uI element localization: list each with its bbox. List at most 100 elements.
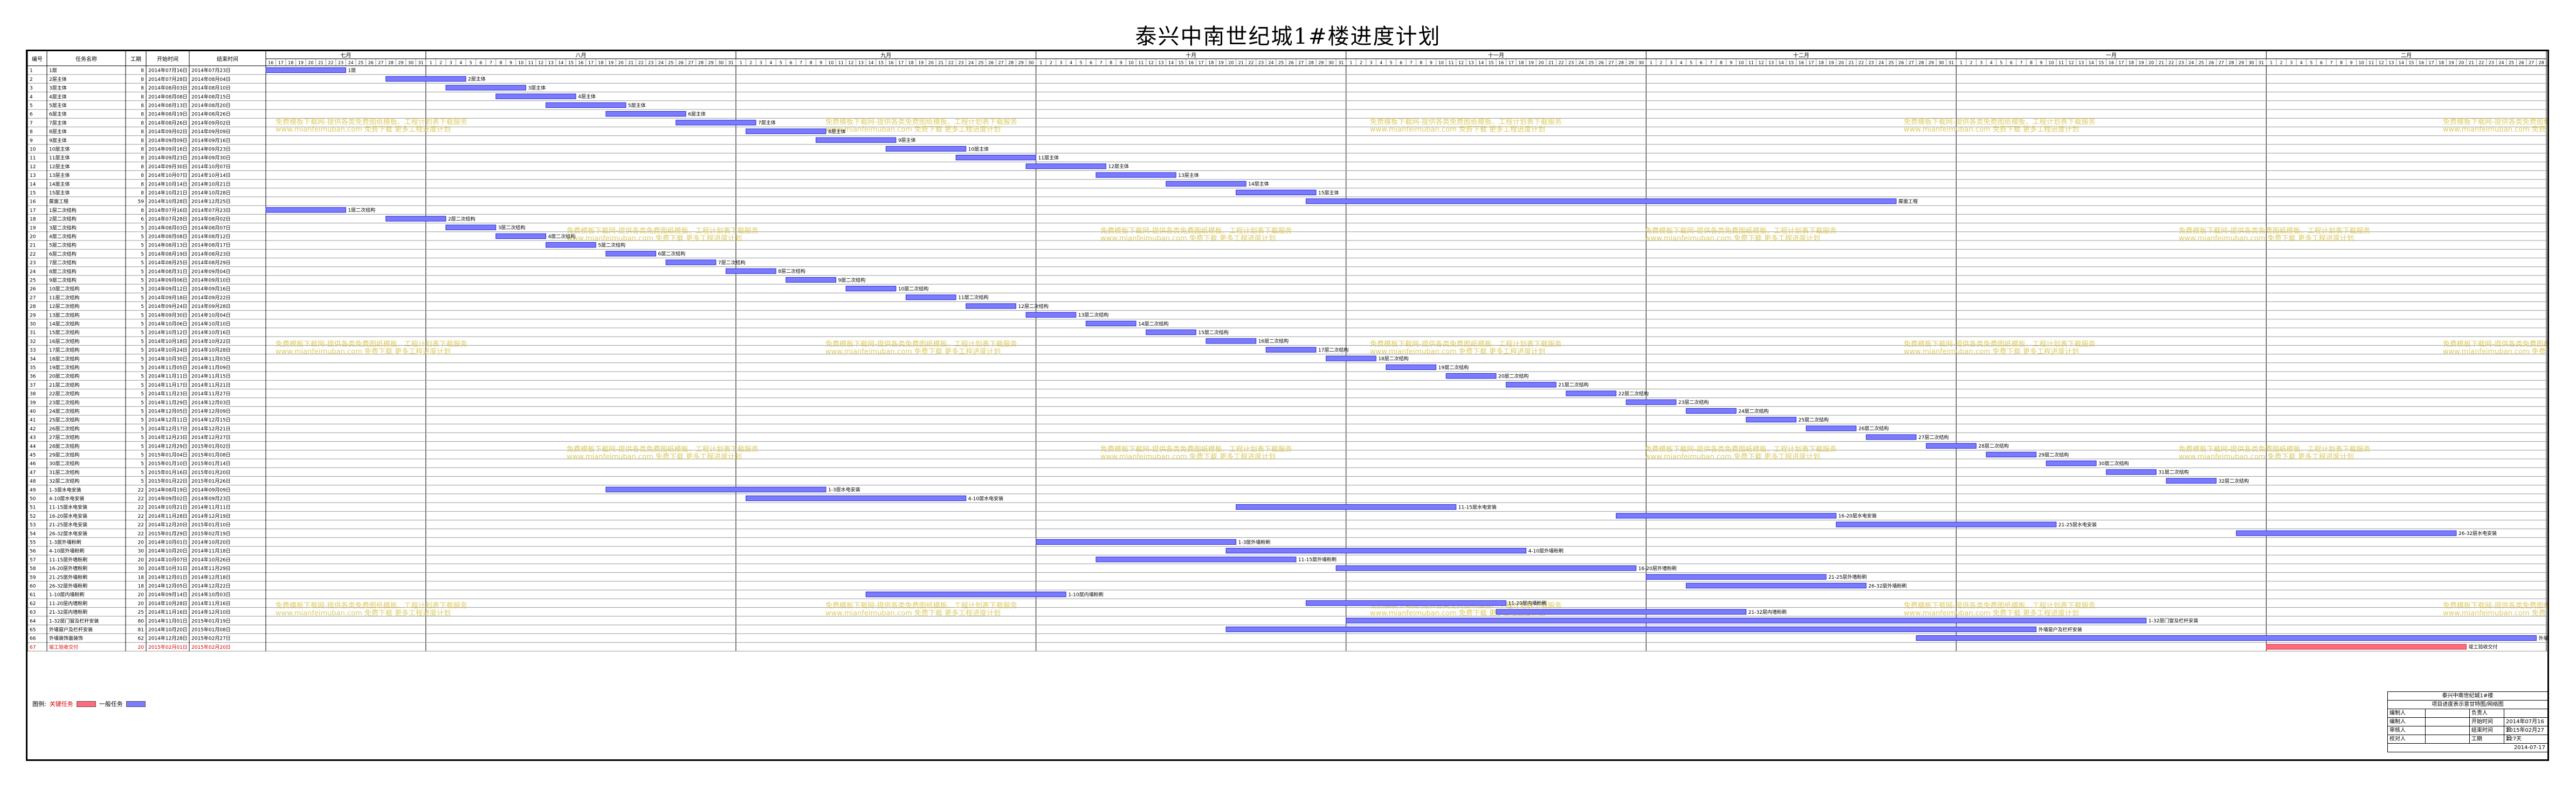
task-end: 2015年02月19日 <box>191 530 231 537</box>
task-start: 2014年09月09日 <box>148 137 188 143</box>
task-id: 3 <box>30 86 33 91</box>
day-number: 8 <box>1720 60 1723 65</box>
task-name: 1-10层内墙粉刷 <box>49 592 84 598</box>
task-end: 2015年01月14日 <box>191 461 231 467</box>
day-number: 20 <box>308 60 313 65</box>
month-header: 一月 <box>2106 52 2117 59</box>
day-number: 4 <box>1380 60 1382 65</box>
day-number: 20 <box>2148 60 2154 65</box>
task-duration: 5 <box>141 243 144 249</box>
day-number: 10 <box>1128 60 1134 65</box>
day-number: 23 <box>1568 60 1574 65</box>
task-name: 3层二次结构 <box>49 224 77 231</box>
task-start: 2014年08月08日 <box>148 233 188 239</box>
watermark-text: www.mianfeimuban.com 免费下载 更多工程进度计划 <box>1904 347 2079 356</box>
day-number: 24 <box>2188 60 2194 65</box>
day-number: 6 <box>1700 60 1703 65</box>
task-id: 67 <box>30 645 36 650</box>
task-end: 2014年10月14日 <box>191 172 231 179</box>
task-name: 5层二次结构 <box>49 242 77 249</box>
task-bar-label: 9层二次结构 <box>838 277 866 283</box>
task-start: 2014年12月17日 <box>148 426 188 432</box>
task-id: 19 <box>30 225 36 231</box>
task-end: 2014年12月22日 <box>191 582 231 589</box>
task-bar-label: 1层 <box>348 68 356 74</box>
task-start: 2014年09月14日 <box>148 592 188 598</box>
task-bar <box>1865 434 1917 440</box>
task-bar <box>1146 330 1196 335</box>
day-number: 10 <box>1738 60 1744 65</box>
task-bar-label: 2层二次结构 <box>448 216 476 222</box>
task-duration: 20 <box>138 601 144 607</box>
task-name: 27层二次结构 <box>49 434 79 441</box>
task-end: 2015年02月27日 <box>191 635 231 642</box>
day-number: 20 <box>928 60 934 65</box>
day-number: 14 <box>1478 60 1484 65</box>
task-id: 7 <box>30 121 33 126</box>
day-number: 19 <box>1528 60 1534 65</box>
task-end: 2015年01月19日 <box>191 618 231 624</box>
day-number: 2 <box>2280 60 2283 65</box>
watermark-text: www.mianfeimuban.com 免费下载 更多工程进度计划 <box>1370 125 1545 134</box>
task-bar-label: 5层二次结构 <box>598 242 625 249</box>
task-name: 11-20层内墙粉刷 <box>49 600 87 607</box>
day-number: 3 <box>2290 60 2292 65</box>
month-header: 八月 <box>575 52 586 59</box>
task-bar <box>746 128 826 134</box>
task-duration: 8 <box>141 173 144 179</box>
day-number: 21 <box>938 60 943 65</box>
day-number: 5 <box>2000 60 2002 65</box>
day-number: 29 <box>398 60 403 65</box>
task-duration: 5 <box>141 392 144 397</box>
day-number: 11 <box>838 60 844 65</box>
watermark-text: 免费模板下载网-提供各类免费图纸模板、工程计划表下载服务 <box>275 340 467 348</box>
day-number: 16 <box>888 60 893 65</box>
task-bar <box>1445 373 1497 379</box>
task-bar <box>1225 626 2037 633</box>
day-number: 31 <box>1948 60 1954 65</box>
day-number: 3 <box>1370 60 1373 65</box>
task-id: 32 <box>30 339 36 345</box>
task-bar <box>815 137 897 143</box>
task-id: 30 <box>30 321 36 327</box>
task-duration: 22 <box>138 531 144 537</box>
task-id: 31 <box>30 331 36 336</box>
task-duration: 8 <box>141 112 144 118</box>
task-bar <box>265 67 346 73</box>
task-start: 2014年12月29日 <box>148 443 188 449</box>
title-block-key: 结束时间 <box>2470 726 2504 735</box>
task-name: 1-3层外墙粉刷 <box>49 539 81 545</box>
task-start: 2014年12月23日 <box>148 434 188 441</box>
day-number: 27 <box>998 60 1004 65</box>
task-bar-label: 8层二次结构 <box>778 268 805 275</box>
day-number: 19 <box>1828 60 1834 65</box>
task-duration: 18 <box>138 584 144 589</box>
task-bar-label: 外墙装饰面装饰 <box>2538 635 2547 642</box>
day-number: 1 <box>1039 60 1042 65</box>
task-end: 2014年12月10日 <box>191 609 231 615</box>
task-start: 2014年08月19日 <box>148 251 188 257</box>
day-number: 7 <box>2330 60 2333 65</box>
task-id: 66 <box>30 636 36 642</box>
day-number: 13 <box>1468 60 1473 65</box>
task-duration: 5 <box>141 260 144 266</box>
task-end: 2014年09月10日 <box>191 277 231 283</box>
task-bar <box>545 102 626 108</box>
task-end: 2014年09月30日 <box>191 155 231 161</box>
task-end: 2014年09月23日 <box>191 146 231 152</box>
day-number: 5 <box>1690 60 1692 65</box>
task-id: 45 <box>30 452 36 458</box>
day-number: 14 <box>2089 60 2094 65</box>
task-id: 4 <box>30 94 33 100</box>
task-bar <box>845 286 897 292</box>
day-number: 30 <box>408 60 414 65</box>
day-number: 7 <box>2020 60 2022 65</box>
column-header: 编号 <box>32 56 43 63</box>
task-bar <box>1986 451 2037 457</box>
gantt-chart: 编号 任务名称 工期 开始时间 结束时间七月16 17 18 19 20 21 22 23 24 25 26… <box>27 51 2547 651</box>
day-number: 28 <box>388 60 394 65</box>
watermark-text: 免费模板下载网-提供各类免费图纸模板、工程计划表下载服务 <box>1645 227 1837 235</box>
day-number: 12 <box>2379 60 2384 65</box>
day-number: 2 <box>439 60 442 65</box>
legend-critical-label: 关键任务 <box>49 701 73 708</box>
